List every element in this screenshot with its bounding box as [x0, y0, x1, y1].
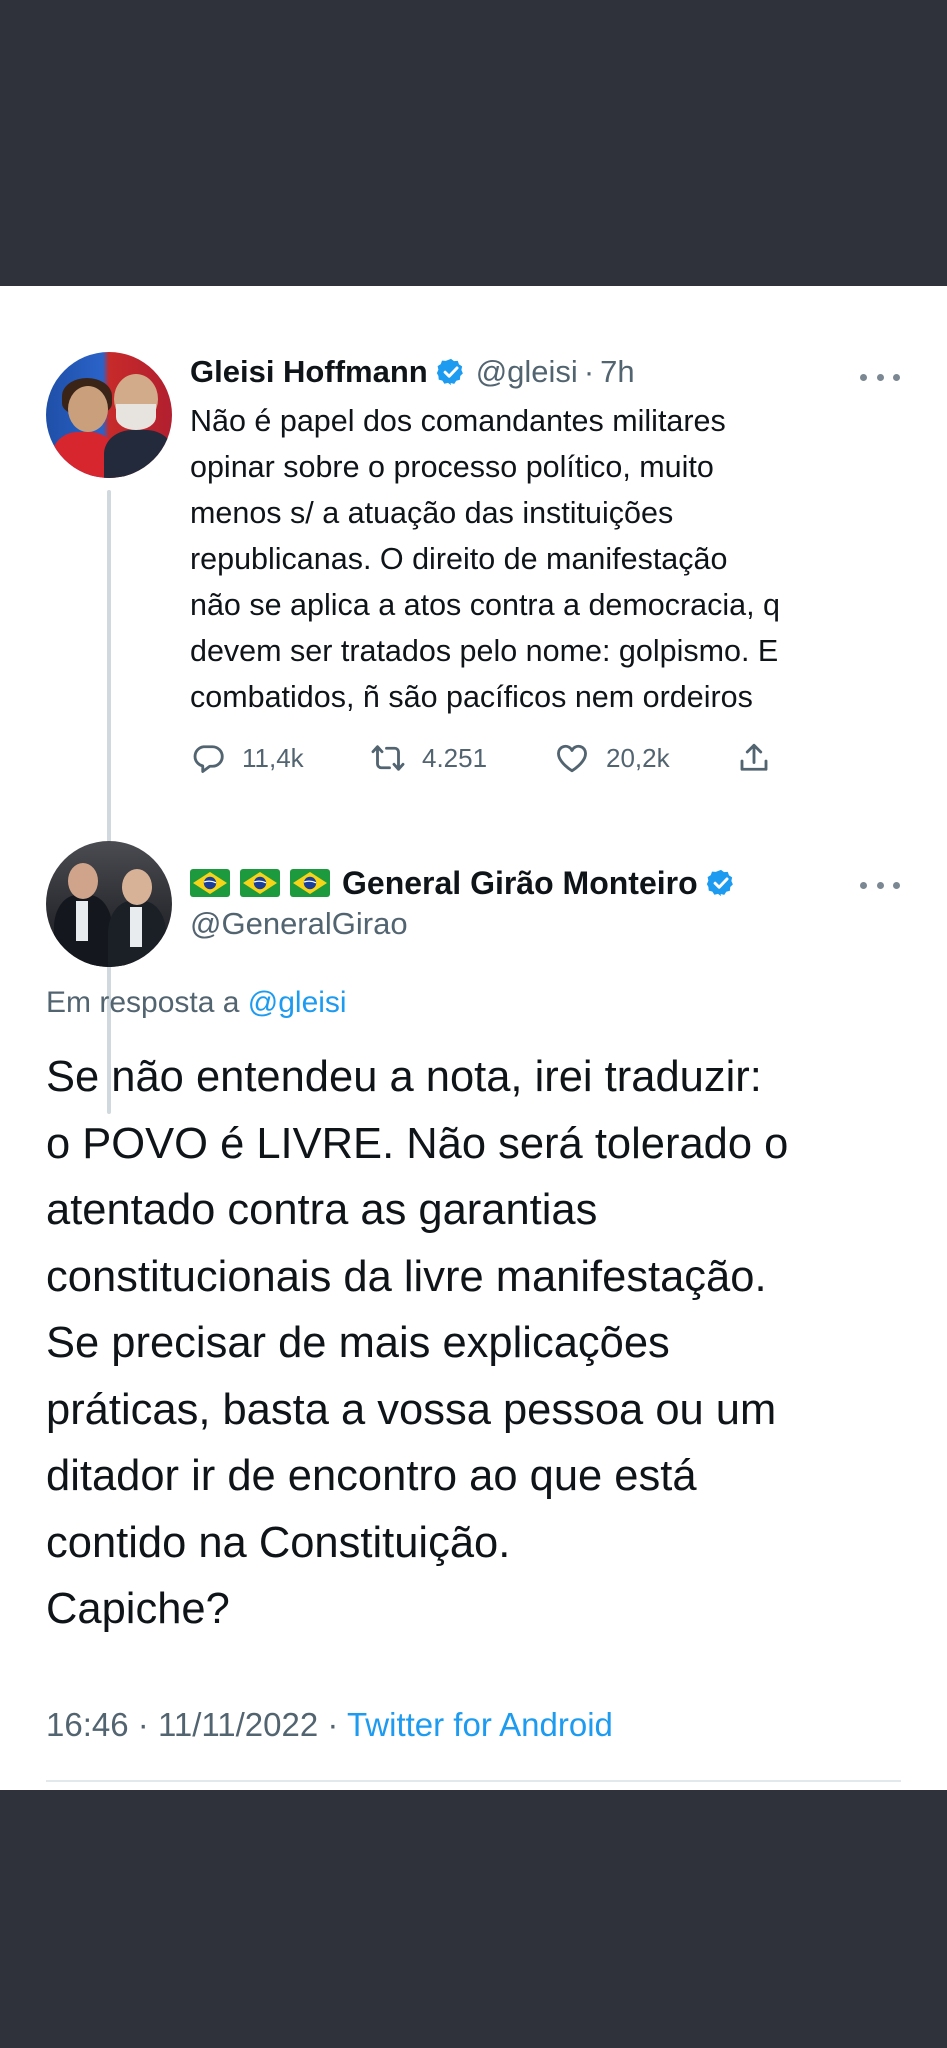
reply-icon — [193, 745, 224, 773]
reply-tweet-text: Se não entendeu a nota, irei traduzir: o… — [46, 1053, 789, 1633]
verified-badge-icon — [436, 358, 463, 386]
tweet-source-link[interactable]: Twitter for Android — [347, 1706, 613, 1743]
parent-author-name[interactable]: Gleisi Hoffmann — [190, 354, 428, 390]
retweet-icon — [371, 745, 405, 771]
retweet-button[interactable]: 4.251 — [370, 736, 487, 780]
brazil-flag-icon — [240, 869, 280, 897]
parent-tweet-time[interactable]: 7h — [600, 354, 634, 390]
tweet-card: Gleisi Hoffmann @gleisi · 7h Não é papel… — [0, 286, 947, 1790]
parent-author-handle[interactable]: @gleisi — [476, 354, 578, 390]
avatar-gleisi[interactable] — [46, 352, 172, 478]
share-icon — [740, 743, 768, 771]
like-button[interactable]: 20,2k — [554, 736, 670, 780]
more-options-icon[interactable] — [860, 370, 900, 384]
retweet-count: 4.251 — [422, 742, 488, 773]
share-button[interactable] — [736, 736, 772, 780]
meta-separator: · — [137, 1706, 149, 1743]
brazil-flag-icon — [290, 869, 330, 897]
reply-tweet-header: General Girão Monteiro — [190, 860, 736, 906]
parent-tweet-text: Não é papel dos comandantes militares op… — [190, 404, 781, 714]
more-options-icon[interactable] — [860, 878, 900, 892]
thread-connector-line — [107, 490, 111, 1114]
reply-count: 11,4k — [242, 742, 304, 773]
parent-tweet-actions: 11,4k 4.251 20,2k — [190, 736, 810, 780]
like-count: 20,2k — [606, 742, 670, 773]
brazil-flag-icon — [190, 869, 230, 897]
reply-author-name[interactable]: General Girão Monteiro — [342, 865, 698, 902]
reply-author-handle[interactable]: @GeneralGirao — [190, 906, 408, 942]
top-dark-band — [0, 0, 947, 286]
verified-badge-icon — [706, 869, 733, 897]
parent-tweet-header: Gleisi Hoffmann @gleisi · 7h — [190, 350, 635, 394]
cropped-previous-content — [0, 286, 947, 290]
header-separator: · — [583, 354, 595, 389]
meta-separator: · — [327, 1706, 339, 1743]
reply-context: Em resposta a @gleisi — [46, 986, 347, 1020]
bottom-dark-band — [0, 1790, 947, 2048]
tweet-metadata: 16:46 · 11/11/2022 · Twitter for Android — [46, 1706, 613, 1744]
reply-button[interactable]: 11,4k — [190, 736, 304, 780]
reply-context-label: Em resposta a — [46, 986, 240, 1019]
reply-mention-link[interactable]: @gleisi — [248, 986, 347, 1019]
divider — [46, 1780, 901, 1782]
avatar-general-girao[interactable] — [46, 841, 172, 967]
tweet-date[interactable]: 11/11/2022 — [158, 1706, 318, 1743]
like-icon — [557, 744, 587, 773]
tweet-time[interactable]: 16:46 — [46, 1706, 129, 1743]
